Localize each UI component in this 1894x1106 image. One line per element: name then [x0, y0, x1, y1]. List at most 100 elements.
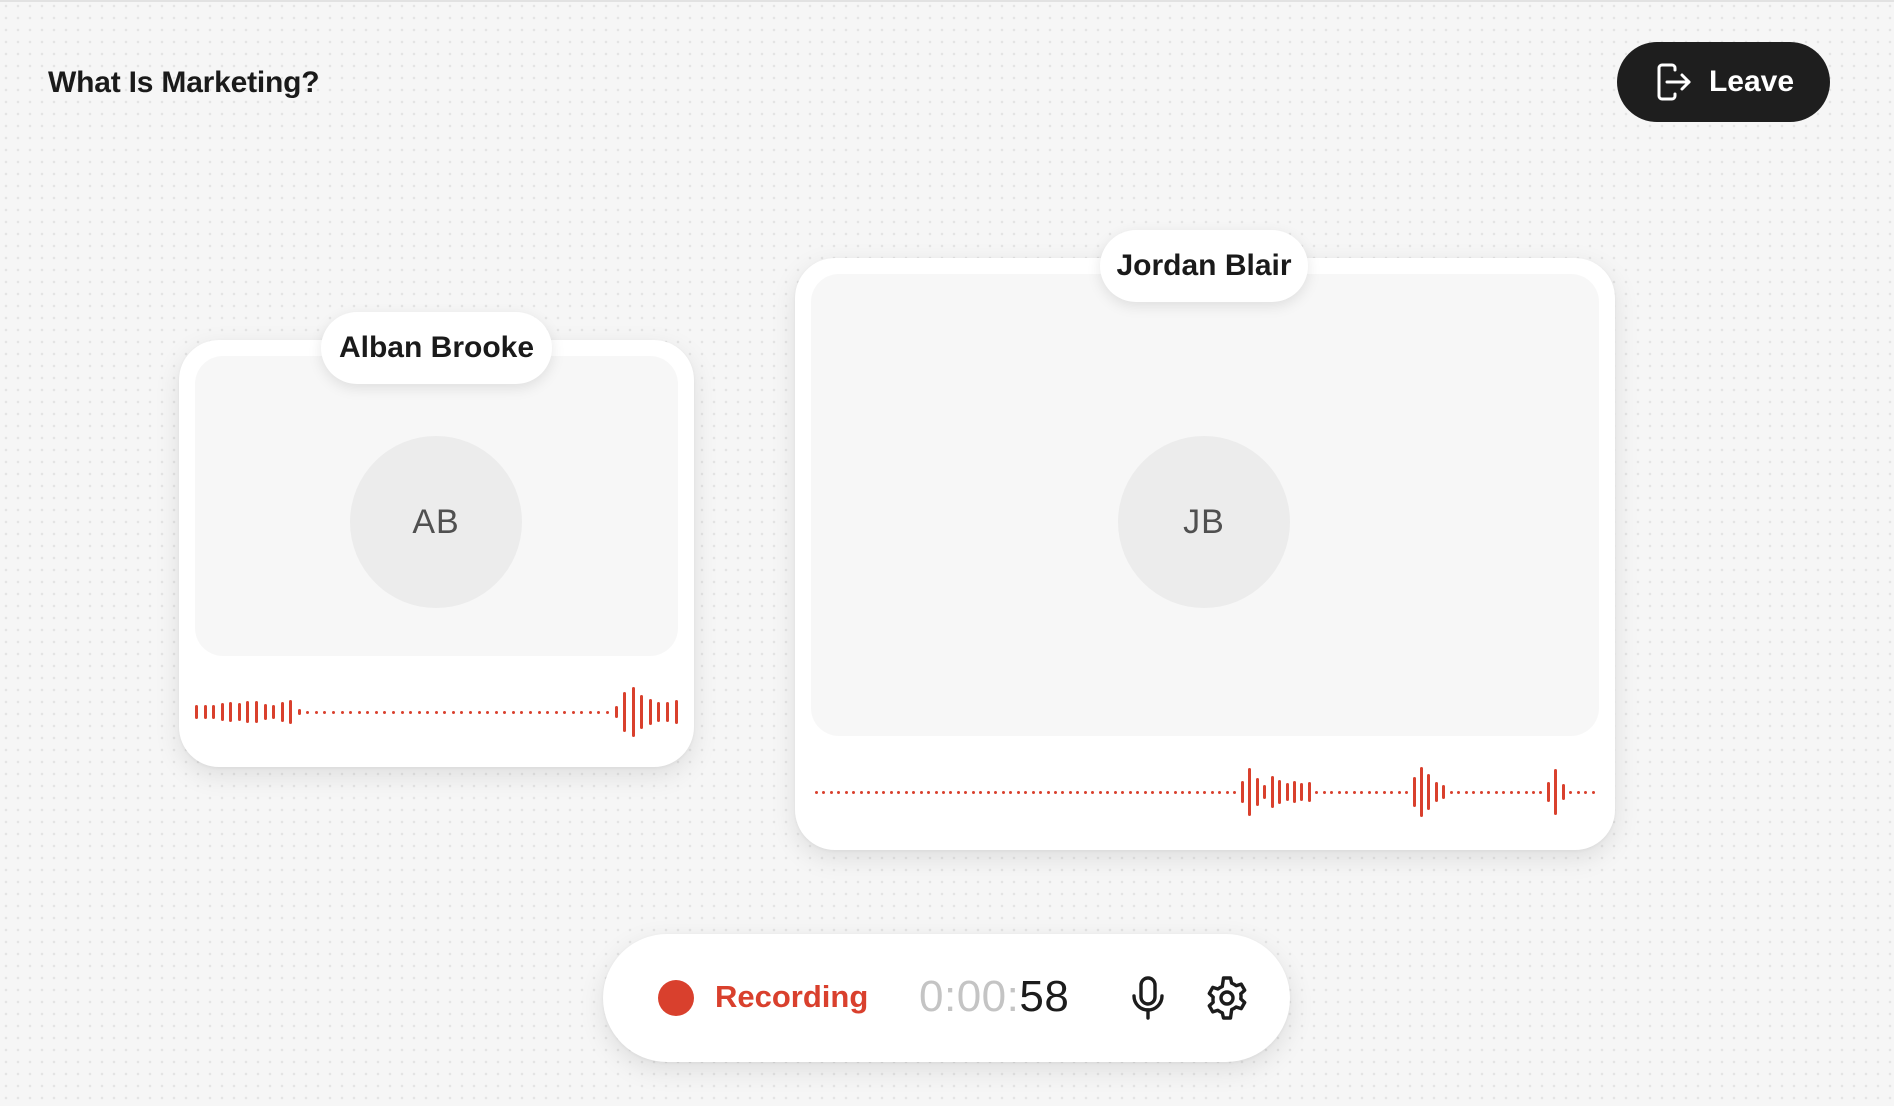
waveform-bar [237, 703, 241, 721]
waveform-bar [1561, 784, 1565, 800]
waveform-bar [332, 710, 335, 714]
waveform-bar [1375, 790, 1379, 794]
waveform-bar [994, 790, 998, 794]
waveform-bar [1016, 790, 1020, 794]
waveform-bar [1449, 790, 1453, 794]
waveform-bar [1532, 790, 1535, 794]
waveform-bar [195, 705, 198, 719]
timer-prefix: 0:00: [919, 972, 1020, 1021]
waveform-bar [580, 710, 584, 714]
waveform-bar [874, 790, 878, 794]
waveform-bar [1263, 785, 1267, 799]
microphone-icon[interactable] [1124, 974, 1172, 1022]
waveform-bar [882, 790, 886, 794]
waveform-bar [1576, 790, 1580, 794]
waveform-bar [1337, 790, 1341, 794]
waveform-bar [1255, 778, 1259, 806]
waveform-bar [1195, 790, 1199, 794]
waveform-bar [1345, 790, 1349, 794]
waveform-bar [1419, 767, 1423, 817]
waveform-bar [1158, 790, 1162, 794]
waveform-bar [1278, 780, 1282, 804]
waveform-bar [1001, 790, 1005, 794]
waveform-bar [1009, 790, 1013, 794]
waveform-bar [1382, 790, 1386, 794]
waveform-bar [1315, 790, 1319, 794]
waveform-bar [1397, 790, 1401, 794]
waveform-bar [1024, 790, 1028, 794]
waveform-bar [1360, 790, 1364, 794]
waveform-bar [986, 790, 990, 794]
waveform-bar [657, 702, 661, 722]
waveform-bar [1472, 790, 1476, 794]
waveform-bar [1248, 768, 1252, 816]
waveform-bar [897, 790, 901, 794]
waveform-bar [1121, 790, 1125, 794]
waveform-bar [451, 710, 455, 714]
waveform-bar [837, 790, 841, 794]
leave-button[interactable]: Leave [1617, 42, 1830, 122]
waveform-bar [554, 710, 558, 714]
waveform-bar [1434, 782, 1438, 802]
waveform-bar [460, 710, 464, 714]
waveform-bar [1405, 790, 1409, 794]
waveform-bar [1143, 790, 1147, 794]
waveform-bar [357, 710, 361, 714]
waveform-bar [949, 790, 953, 794]
recording-label: Recording [715, 979, 869, 1014]
waveform-bar [1584, 790, 1588, 794]
recording-timer: 0:00:58 [919, 972, 1069, 1022]
waveform-bar [246, 701, 250, 723]
waveform-bar [391, 710, 395, 714]
waveform-bar [1494, 790, 1498, 794]
waveform-bar [889, 790, 893, 794]
recording-indicator-icon [658, 980, 694, 1016]
waveform-bar [229, 702, 233, 722]
waveform-bar [1218, 790, 1222, 794]
waveform-bar [815, 790, 818, 794]
waveform-bar [426, 710, 430, 714]
waveform-bar [1546, 782, 1550, 802]
participant-card: JB Jordan Blair [795, 230, 1615, 850]
waveform-bar [1539, 790, 1543, 794]
waveform-bar [1457, 790, 1461, 794]
waveform-bar [1061, 790, 1065, 794]
audio-waveform [815, 764, 1595, 820]
waveform-bar [1240, 781, 1244, 803]
waveform-bar [912, 790, 916, 794]
waveform-bar [1412, 777, 1416, 807]
gear-icon[interactable] [1203, 974, 1251, 1022]
waveform-bar [1479, 790, 1483, 794]
waveform-bar [494, 710, 498, 714]
waveform-bar [867, 790, 871, 794]
waveform-bar [1554, 769, 1558, 815]
waveform-bar [1151, 790, 1155, 794]
waveform-bar [934, 790, 938, 794]
waveform-bar [1233, 790, 1237, 794]
waveform-bar [1367, 790, 1371, 794]
exit-icon [1657, 63, 1691, 101]
waveform-bar [511, 710, 515, 714]
waveform-bar [1524, 790, 1528, 794]
waveform-bar [1210, 790, 1214, 794]
waveform-bar [1307, 782, 1311, 802]
waveform-bar [1166, 790, 1170, 794]
waveform-bar [289, 700, 293, 724]
recording-control-bar: Recording 0:00:58 [603, 934, 1290, 1062]
waveform-bar [220, 703, 224, 721]
waveform-bar [1352, 790, 1356, 794]
waveform-bar [528, 710, 532, 714]
waveform-bar [280, 702, 284, 722]
waveform-bar [1180, 790, 1184, 794]
waveform-bar [263, 704, 267, 720]
waveform-bar [537, 710, 541, 714]
waveform-bar [1113, 790, 1117, 794]
waveform-bar [1083, 790, 1087, 794]
waveform-bar [366, 710, 370, 714]
waveform-bar [1098, 790, 1102, 794]
waveform-bar [631, 687, 635, 737]
waveform-bar [1091, 790, 1095, 794]
waveform-bar [941, 790, 945, 794]
waveform-bar [297, 709, 301, 715]
waveform-bar [614, 706, 618, 718]
